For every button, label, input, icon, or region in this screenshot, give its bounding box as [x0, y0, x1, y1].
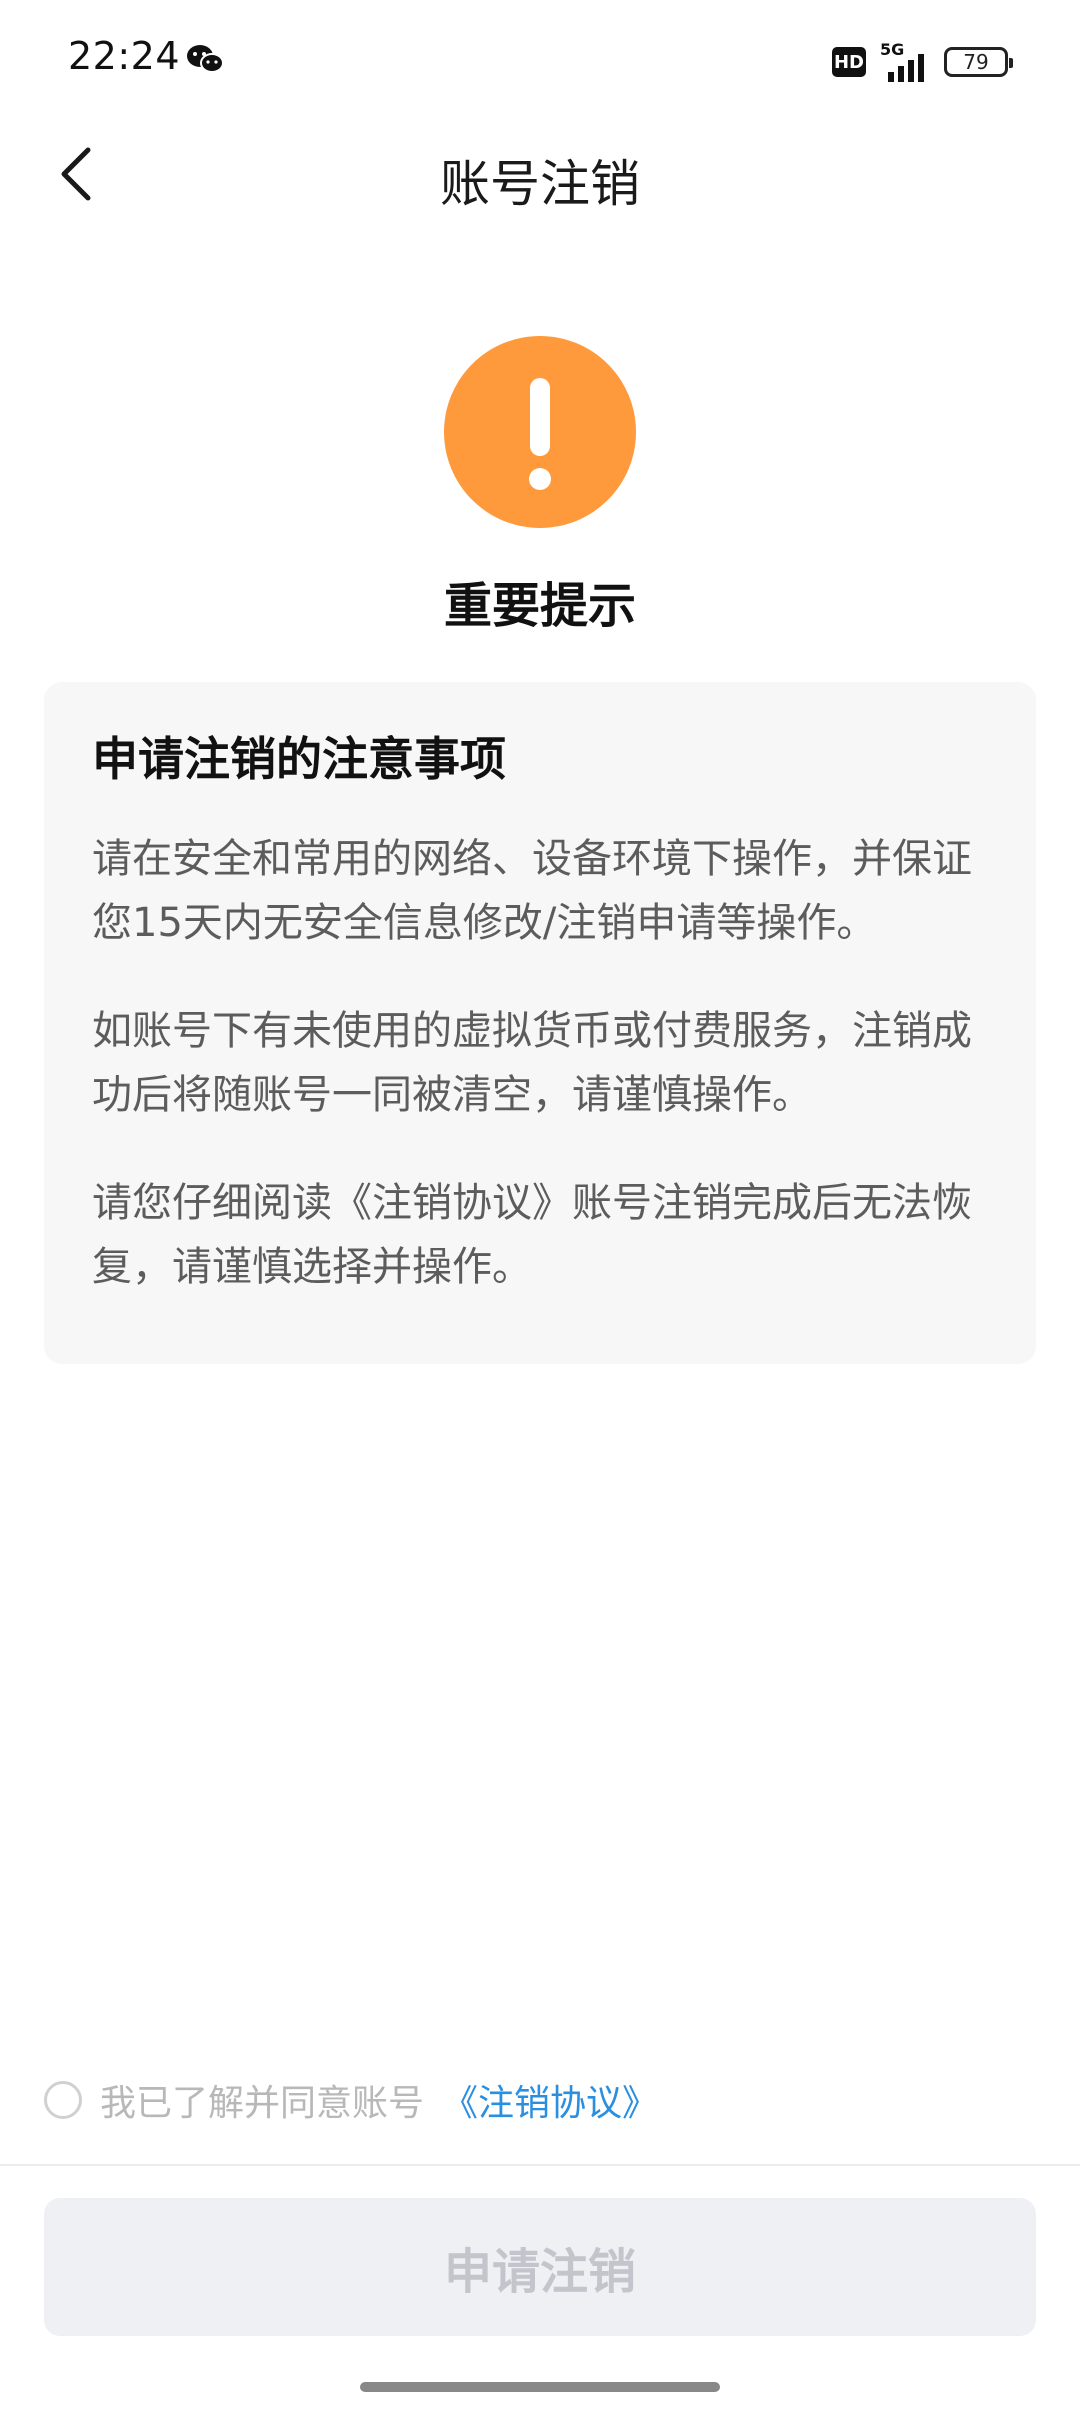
battery-icon: 79: [944, 47, 1013, 77]
status-bar: 22:24 HD 5G 79: [0, 0, 1080, 124]
agreement-row: 我已了解并同意账号 《注销协议》: [44, 2074, 658, 2126]
signal-icon: 5G: [880, 40, 930, 82]
notice-paragraph: 如账号下有未使用的虚拟货币或付费服务，注销成功后将随账号一同被清空，请谨慎操作。: [92, 1008, 972, 1119]
notice-heading: 申请注销的注意事项: [92, 732, 506, 786]
header: 账号注销: [0, 124, 1080, 224]
home-indicator[interactable]: [360, 2382, 720, 2392]
apply-cancellation-button[interactable]: 申请注销: [44, 2198, 1036, 2336]
warning-icon: [444, 336, 636, 528]
warning-title: 重要提示: [443, 578, 636, 634]
page-title: 账号注销: [440, 155, 640, 213]
wechat-icon: [187, 45, 224, 73]
battery-level: 79: [963, 50, 989, 74]
notice-card: 申请注销的注意事项 请在安全和常用的网络、设备环境下操作，并保证您15天内无安全…: [44, 682, 1036, 1364]
notice-paragraph: 请在安全和常用的网络、设备环境下操作，并保证您15天内无安全信息修改/注销申请等…: [92, 836, 972, 947]
notice-paragraph: 请您仔细阅读《注销协议》账号注销完成后无法恢复，请谨慎选择并操作。: [92, 1180, 972, 1291]
divider: [0, 2164, 1080, 2166]
agreement-checkbox[interactable]: [44, 2081, 82, 2119]
status-time: 22:24: [68, 34, 181, 78]
status-indicators: HD 5G 79: [832, 40, 1013, 84]
hd-badge: HD: [832, 47, 866, 77]
agreement-text[interactable]: 我已了解并同意账号: [100, 2074, 424, 2126]
cancellation-agreement-link[interactable]: 《注销协议》: [442, 2074, 658, 2126]
